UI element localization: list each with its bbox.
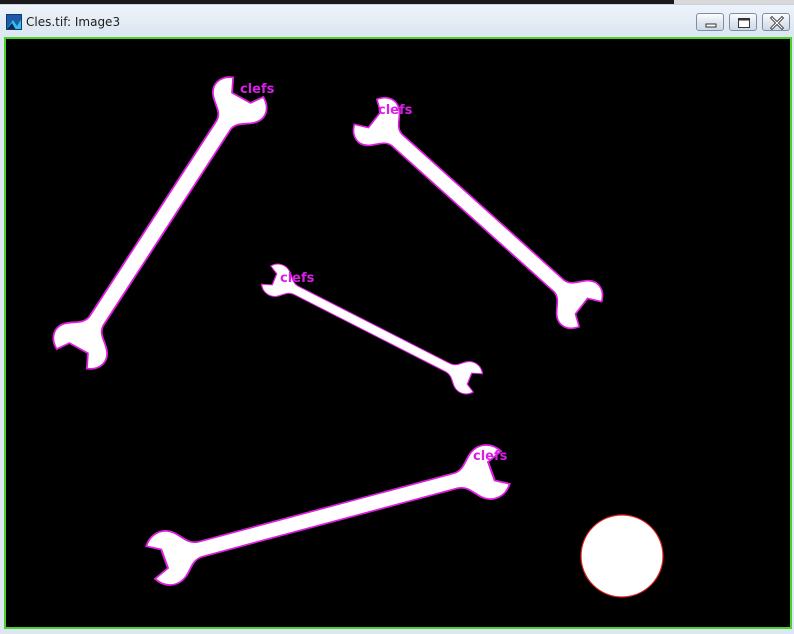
object-label: clefs	[240, 82, 275, 97]
image-canvas[interactable]: clefs clefs clefs clefs	[4, 37, 792, 629]
circle-object	[580, 514, 664, 598]
wrench-4	[144, 441, 513, 589]
maximize-icon	[738, 18, 750, 28]
minimize-icon	[705, 23, 717, 28]
wrench-1	[47, 71, 272, 375]
object-label: clefs	[280, 271, 315, 286]
title-bar[interactable]: Cles.tif: Image3	[0, 5, 794, 36]
minimize-button[interactable]	[696, 13, 724, 31]
wrench-2	[347, 92, 608, 335]
image-window: Cles.tif: Image3 clefs clefs clefs clefs	[0, 4, 794, 634]
maximize-button[interactable]	[729, 13, 757, 31]
close-button[interactable]	[762, 13, 790, 31]
object-label: clefs	[378, 103, 413, 118]
binary-image: clefs clefs clefs clefs	[4, 37, 792, 629]
object-label: clefs	[473, 449, 508, 464]
window-title: Cles.tif: Image3	[26, 15, 121, 29]
close-icon	[769, 15, 785, 31]
image-app-icon	[6, 14, 22, 30]
